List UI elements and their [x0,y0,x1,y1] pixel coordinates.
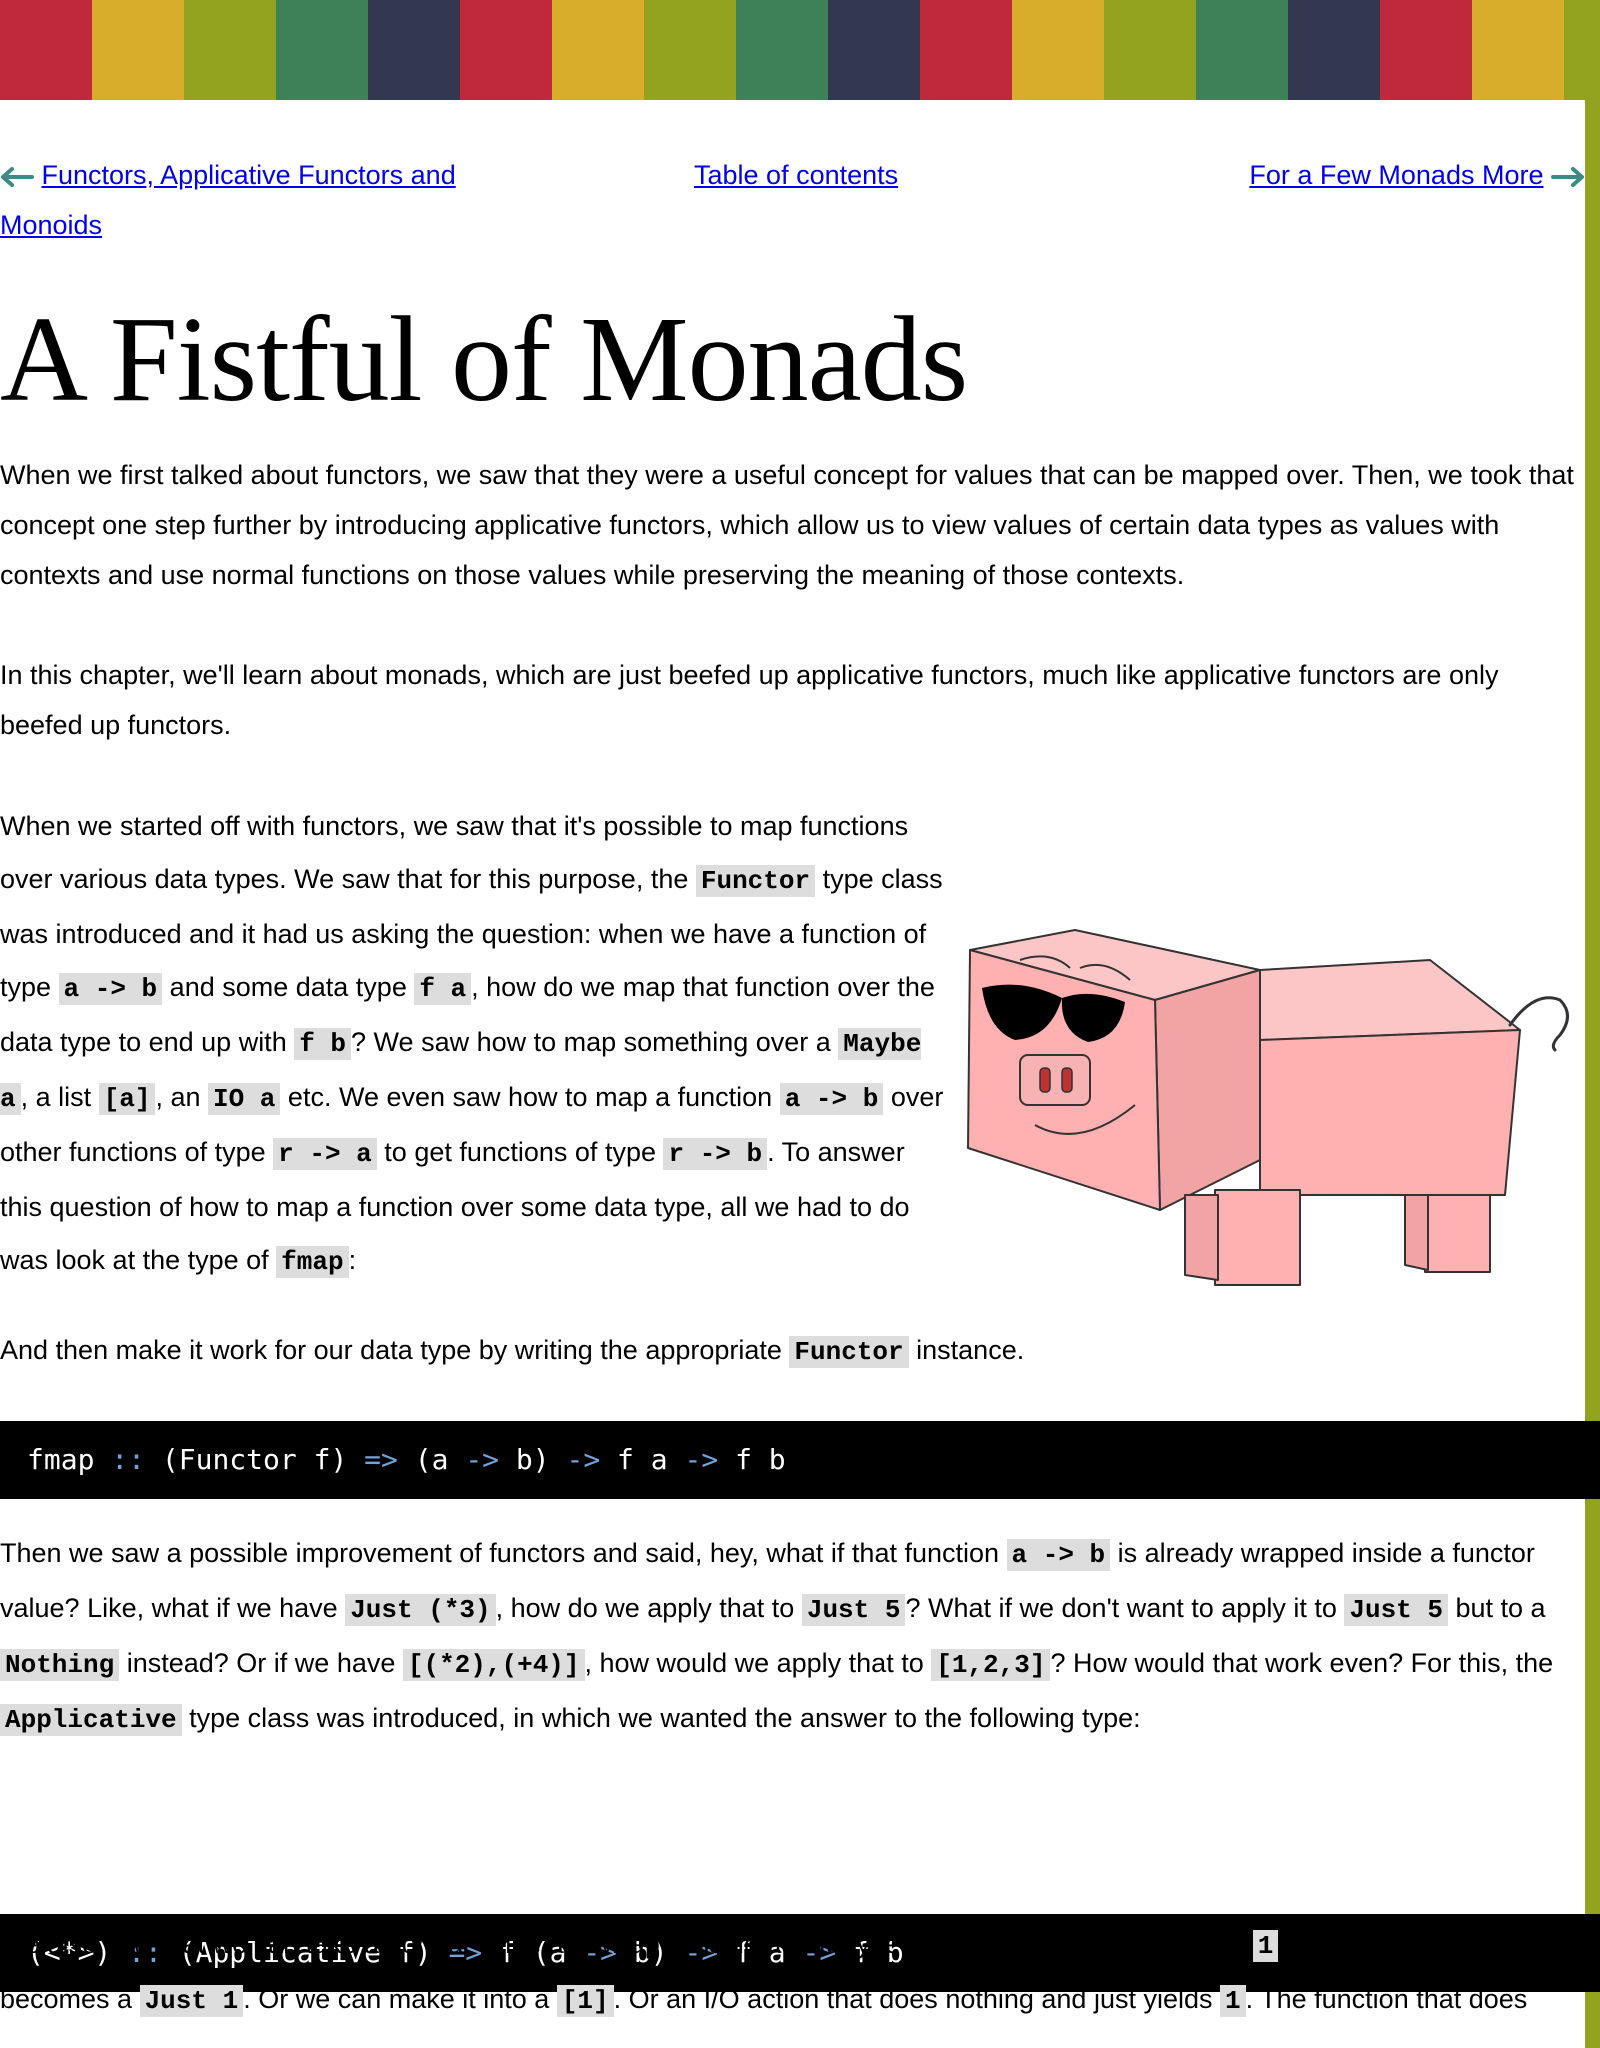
inline-code: Just (*3) [345,1594,496,1626]
stripe-block [1564,0,1600,100]
stripe-block [460,0,552,100]
inline-code: a -> b [58,973,163,1005]
next-chapter-link[interactable]: For a Few Monads More [1249,160,1543,190]
inline-code: f a [414,973,472,1005]
inline-code: Applicative [0,1704,182,1736]
inline-code: [(*2),(+4)] [402,1649,585,1681]
paragraph-functors-recap: When we started off with functors, we sa… [0,811,944,1278]
inline-code: Just 5 [801,1594,906,1626]
inline-code: a -> b [1006,1539,1111,1571]
inline-code: Just 5 [1344,1594,1448,1626]
stripe-block [828,0,920,100]
paragraph-applicative-recap: Then we saw a possible improvement of fu… [0,1538,1554,1736]
arrow-left-icon [1,166,34,187]
stripe-block [1472,0,1564,100]
inline-code: fmap [276,1246,349,1278]
paragraph-pure-intro: We also saw that we can take a normal va… [0,1929,1528,2017]
inline-code: IO a [208,1083,281,1115]
paragraph-intro: When we first talked about functors, we … [0,460,1574,590]
header-stripe-bar [0,0,1600,100]
inline-code: f b [294,1028,352,1060]
inline-code: [1,2,3] [931,1649,1051,1681]
inline-code: a -> b [779,1083,884,1115]
nav-next: For a Few Monads More [1249,150,1585,200]
inline-code: Functor [695,865,816,897]
inline-code: Functor [789,1336,909,1368]
inline-code: [a] [98,1083,156,1115]
inline-code: 1 [1220,1985,1246,2017]
stripe-block [368,0,460,100]
paragraph-chapter-overview: In this chapter, we'll learn about monad… [0,660,1499,740]
stripe-block [92,0,184,100]
page-title: A Fistful of Monads [0,292,968,427]
stripe-block [1012,0,1104,100]
main-content: Functors, Applicative Functors and Monoi… [0,100,1600,1992]
stripe-block [644,0,736,100]
code-block-fmap-signature: fmap :: (Functor f) => (a -> b) -> f a -… [0,1421,1600,1499]
stripe-block [736,0,828,100]
stripe-block [184,0,276,100]
cool-pig-illustration [967,929,1569,1286]
arrow-right-icon [1551,166,1584,187]
inline-code: r -> b [663,1138,768,1170]
inline-code: r -> a [273,1138,377,1170]
paragraph-functor-instance: And then make it work for our data type … [0,1335,1025,1368]
stripe-block [552,0,644,100]
prev-chapter-link[interactable]: Functors, Applicative Functors and Monoi… [0,160,456,240]
inline-code: Just 1 [139,1985,244,2017]
table-of-contents-link[interactable]: Table of contents [694,160,898,190]
stripe-block [0,0,92,100]
stripe-block [276,0,368,100]
stripe-block [1288,0,1380,100]
chapter-nav: Functors, Applicative Functors and Monoi… [0,100,1585,270]
inline-code: Nothing [0,1649,120,1681]
nav-prev: Functors, Applicative Functors and Monoi… [0,150,500,250]
inline-code: 1 [1252,1930,1279,1962]
inline-code: [1] [556,1985,614,2017]
stripe-block [920,0,1012,100]
stripe-block [1380,0,1472,100]
stripe-block [1196,0,1288,100]
nav-toc: Table of contents [694,150,898,200]
stripe-block [1104,0,1196,100]
